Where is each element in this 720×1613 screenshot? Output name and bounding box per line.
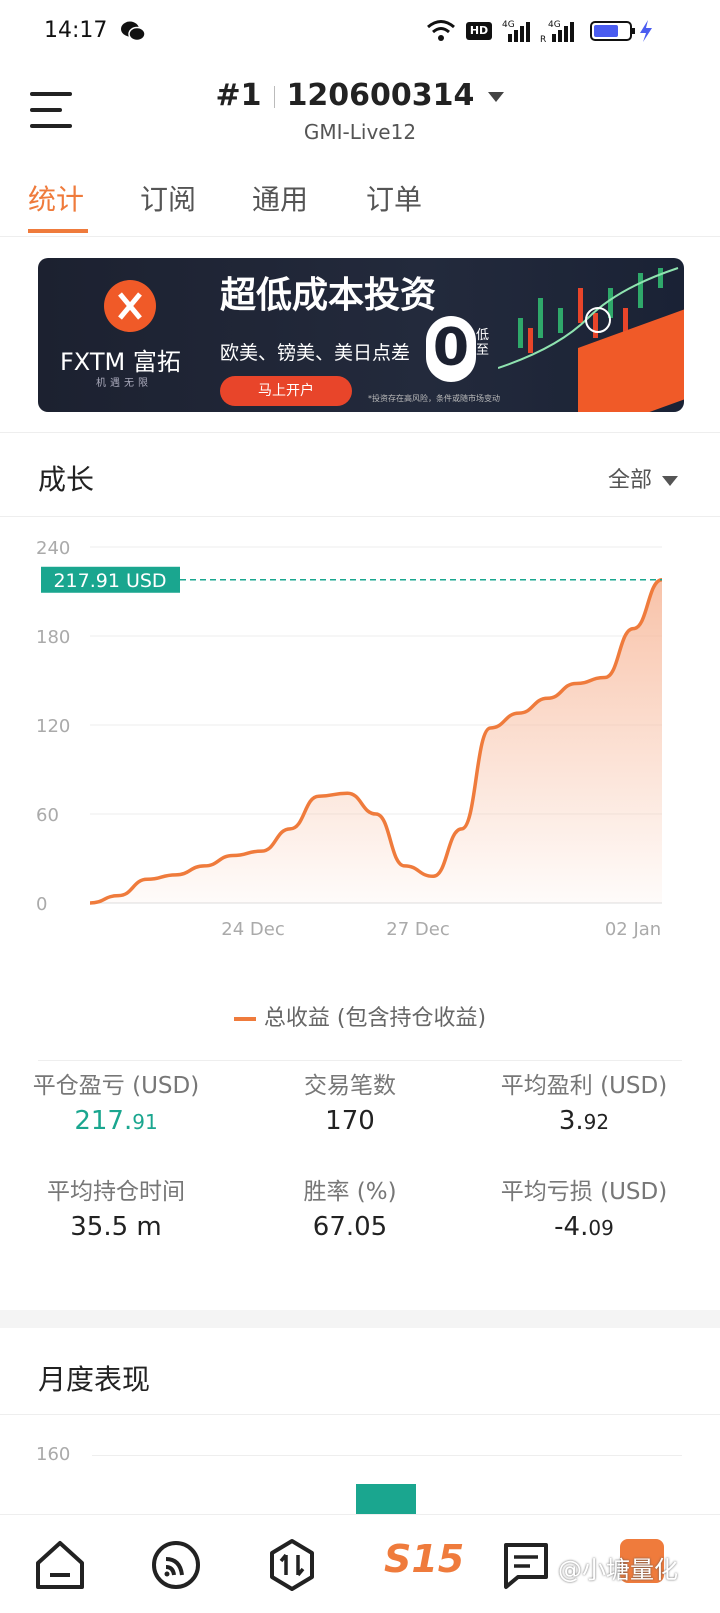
stat-value: 170 <box>230 1106 470 1136</box>
range-value: 全部 <box>608 468 653 493</box>
nav-trade-icon[interactable] <box>264 1537 320 1593</box>
nav-s15-button[interactable]: S15 <box>384 1537 464 1581</box>
divider <box>0 516 720 517</box>
active-tab-indicator <box>28 229 88 233</box>
monthly-y-tick: 160 <box>36 1444 71 1465</box>
gridline <box>92 1455 682 1456</box>
nav-messages-icon[interactable] <box>498 1537 554 1593</box>
account-index: #1 <box>215 78 262 113</box>
x-tick-label: 24 Dec <box>221 919 284 940</box>
svg-text:R: R <box>540 35 546 44</box>
section-spacer <box>0 1310 720 1328</box>
stat-label: 平均持仓时间 <box>47 1179 185 1205</box>
divider <box>0 236 720 237</box>
charging-icon <box>640 20 652 42</box>
divider <box>0 432 720 433</box>
stat-value: 35.5 m <box>0 1212 236 1242</box>
status-bar: 14:17 HD 4G 4G R <box>0 0 720 64</box>
y-tick-label: 240 <box>36 540 70 559</box>
title-separator <box>273 85 275 108</box>
stat-value-main: -4. <box>554 1212 589 1242</box>
zero-digit: 0 <box>432 318 470 378</box>
fxtm-logo-icon <box>104 280 156 332</box>
series-area <box>90 579 662 903</box>
x-tick-label: 02 Jan <box>605 919 661 940</box>
stat-label: 平仓盈亏 (USD) <box>32 1073 200 1099</box>
svg-text:4G: 4G <box>502 20 515 30</box>
monthly-title: 月度表现 <box>38 1363 151 1396</box>
brand-name: FXTM 富拓 <box>60 348 181 376</box>
stat-value: -4.09 <box>464 1212 704 1242</box>
divider <box>0 1414 720 1415</box>
stat-label: 交易笔数 <box>304 1073 396 1099</box>
stat-value: 217.91 <box>0 1106 236 1136</box>
caret-down-icon <box>488 91 505 102</box>
y-tick-label: 180 <box>36 627 70 648</box>
stat-value-decimals: 09 <box>588 1216 614 1240</box>
wifi-icon <box>427 20 455 41</box>
stat-value-main: 3. <box>558 1106 584 1136</box>
tab-subscribe[interactable]: 订阅 <box>140 178 196 218</box>
legend-swatch <box>233 1017 256 1021</box>
stat-label: 平均盈利 (USD) <box>500 1073 668 1099</box>
x-tick-label: 27 Dec <box>386 919 449 940</box>
stat-value-main: 67.05 <box>312 1212 388 1242</box>
signal-4g-r-icon: 4G R <box>540 20 574 44</box>
stat-label: 平均亏损 (USD) <box>500 1179 668 1205</box>
open-account-button[interactable]: 马上开户 <box>220 376 352 406</box>
server-name: GMI-Live12 <box>303 120 417 144</box>
zero-spread-badge: 0 <box>426 316 476 382</box>
stat-value-main: 217. <box>74 1106 133 1136</box>
y-tick-label: 120 <box>36 716 70 737</box>
y-tick-label: 0 <box>36 894 47 915</box>
nav-home-icon[interactable] <box>32 1537 88 1593</box>
status-time: 14:17 <box>44 18 108 43</box>
legend-label: 总收益 (包含持仓收益) <box>263 1006 487 1031</box>
monthly-bar[interactable] <box>356 1484 416 1514</box>
watermark: @小塘量化 <box>558 1556 678 1584</box>
hd-icon: HD <box>466 22 492 40</box>
banner-disclaimer: *投资存在高风险，条件或随市场变动 <box>368 394 500 403</box>
tab-orders[interactable]: 订单 <box>366 178 422 218</box>
caret-down-icon <box>662 476 679 486</box>
stat-value-decimals: 92 <box>583 1110 610 1134</box>
y-tick-label: 60 <box>36 805 59 826</box>
tab-general[interactable]: 通用 <box>252 178 308 218</box>
account-number: 120600314 <box>286 78 475 113</box>
chart-legend: 总收益 (包含持仓收益) <box>0 1000 720 1032</box>
ad-banner[interactable]: FXTM 富拓 机遇无限 超低成本投资 欧美、镑美、美日点差 0 低至 马上开户… <box>38 258 684 412</box>
stat-value: 3.92 <box>464 1106 704 1136</box>
range-select[interactable]: 全部 <box>608 462 679 494</box>
stat-value-main: 170 <box>325 1106 375 1136</box>
banner-headline: 超低成本投资 <box>220 275 437 316</box>
stat-label: 胜率 (%) <box>303 1179 397 1205</box>
account-selector[interactable]: #1 120600314 <box>0 78 720 113</box>
battery-icon <box>590 21 635 41</box>
growth-title: 成长 <box>38 463 95 496</box>
stat-value: 67.05 <box>230 1212 470 1242</box>
zero-label: 低至 <box>476 328 490 358</box>
nav-signals-icon[interactable] <box>148 1537 204 1593</box>
banner-subline: 欧美、镑美、美日点差 <box>220 342 411 364</box>
brand-slogan: 机遇无限 <box>96 378 152 389</box>
growth-chart[interactable]: 0 60 120 180 240 217.91 USD 24 Dec 27 Dec 02 Jan <box>0 540 720 980</box>
divider <box>38 1060 682 1061</box>
current-value-label: 217.91 USD <box>53 570 166 592</box>
wechat-icon <box>121 21 146 42</box>
svg-text:4G: 4G <box>548 20 561 30</box>
stat-value-main: 35.5 m <box>70 1212 162 1242</box>
stat-value-decimals: 91 <box>132 1110 158 1134</box>
signal-4g-icon: 4G <box>502 20 530 42</box>
tab-stats[interactable]: 统计 <box>28 178 84 218</box>
